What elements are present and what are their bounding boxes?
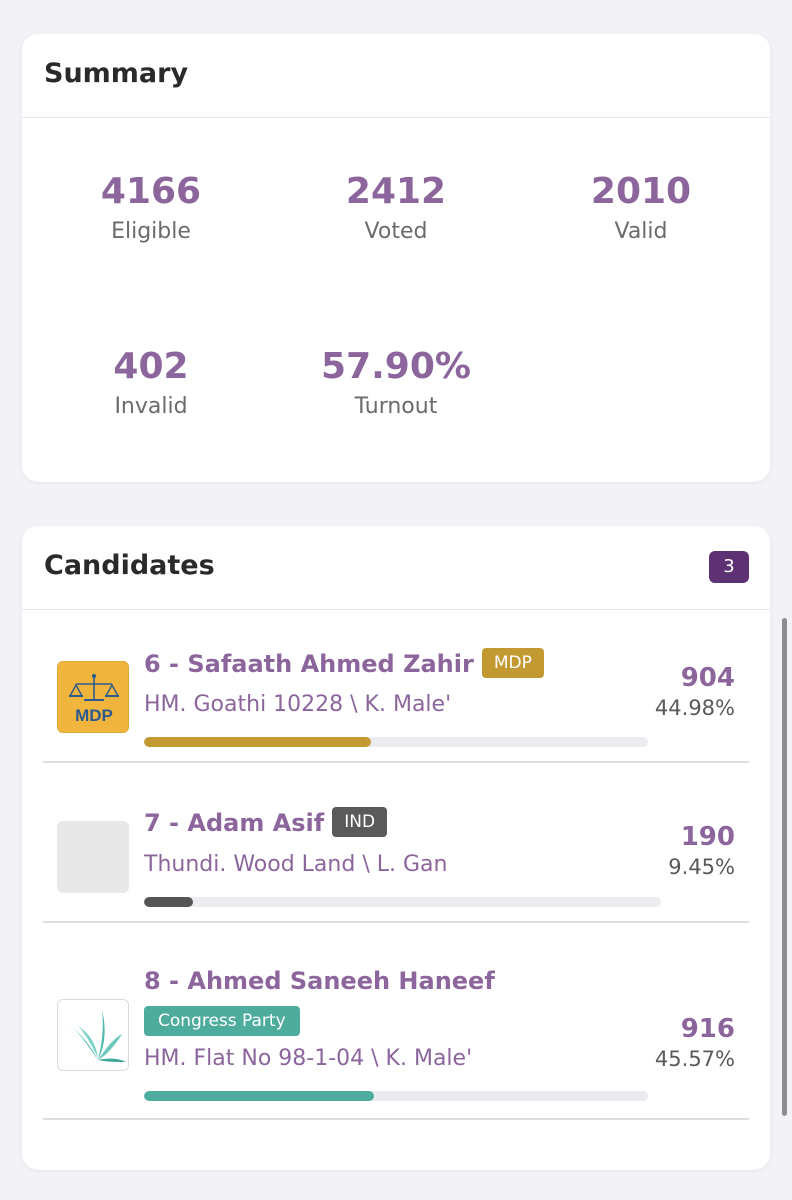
candidate-votes: 916 45.57% xyxy=(595,1013,735,1073)
candidate-row[interactable]: 8 - Ahmed Saneeh Haneef Congress Party H… xyxy=(43,923,749,1120)
candidate-name: 8 - Ahmed Saneeh Haneef xyxy=(144,967,495,995)
stat-invalid-value: 402 xyxy=(113,346,189,387)
candidate-votes: 904 44.98% xyxy=(595,662,735,722)
vote-share-bar xyxy=(144,737,648,747)
vote-share-fill xyxy=(144,897,193,907)
vote-share-bar xyxy=(144,1091,648,1101)
stat-valid-label: Valid xyxy=(614,219,668,244)
candidate-name-text: 8 - Ahmed Saneeh Haneef xyxy=(144,967,495,995)
candidate-address: HM. Goathi 10228 \ K. Male' xyxy=(144,692,452,717)
scrollbar[interactable] xyxy=(782,618,787,1116)
party-tag-congress: Congress Party xyxy=(144,1006,300,1036)
vote-percent: 9.45% xyxy=(668,855,735,879)
vote-share-fill xyxy=(144,737,371,747)
stat-eligible: 4166 Eligible xyxy=(31,170,271,246)
candidate-votes: 190 9.45% xyxy=(595,821,735,881)
candidates-card: Candidates 3 MDP 6 - Safaath Ahmed Zahir… xyxy=(22,526,770,1170)
candidate-row[interactable]: MDP 6 - Safaath Ahmed Zahir MDP HM. Goath… xyxy=(43,610,749,763)
stat-voted-value: 2412 xyxy=(345,171,447,212)
summary-card: Summary 4166 Eligible 2412 Voted 2010 Va… xyxy=(22,34,770,482)
congress-party-logo-icon xyxy=(57,999,129,1071)
vote-count: 904 xyxy=(680,663,735,693)
stat-turnout-value: 57.90% xyxy=(321,346,471,387)
stat-invalid-label: Invalid xyxy=(114,394,188,419)
candidate-address: Thundi. Wood Land \ L. Gan xyxy=(144,852,448,877)
stat-voted-label: Voted xyxy=(364,219,428,244)
summary-header: Summary xyxy=(22,34,770,118)
vote-count: 916 xyxy=(680,1014,735,1044)
candidate-name-text: 7 - Adam Asif xyxy=(144,809,325,837)
mdp-logo-icon: MDP xyxy=(57,661,129,733)
candidate-row[interactable]: 7 - Adam Asif IND Thundi. Wood Land \ L. … xyxy=(43,763,749,923)
stat-valid-value: 2010 xyxy=(590,171,692,212)
placeholder-logo-icon xyxy=(57,821,129,893)
party-tag-mdp: MDP xyxy=(481,648,544,678)
mdp-logo-text: MDP xyxy=(75,706,113,725)
candidate-name-text: 6 - Safaath Ahmed Zahir xyxy=(144,650,474,678)
stat-eligible-label: Eligible xyxy=(111,219,191,244)
candidates-count-badge: 3 xyxy=(709,551,749,583)
summary-title: Summary xyxy=(44,58,189,89)
candidate-name: 7 - Adam Asif IND xyxy=(144,807,388,839)
vote-share-fill xyxy=(144,1091,374,1101)
stat-turnout-label: Turnout xyxy=(354,394,438,419)
vote-percent: 45.57% xyxy=(654,1047,735,1071)
candidate-name: 6 - Safaath Ahmed Zahir MDP xyxy=(144,648,544,680)
stat-eligible-value: 4166 xyxy=(100,171,202,212)
stat-invalid: 402 Invalid xyxy=(31,345,271,421)
candidate-address: HM. Flat No 98-1-04 \ K. Male' xyxy=(144,1046,473,1071)
vote-count: 190 xyxy=(680,822,735,852)
vote-share-bar xyxy=(144,897,661,907)
party-tag-ind: IND xyxy=(332,807,388,837)
vote-percent: 44.98% xyxy=(654,696,735,720)
candidates-title: Candidates xyxy=(44,550,215,581)
stat-valid: 2010 Valid xyxy=(521,170,761,246)
stat-turnout: 57.90% Turnout xyxy=(276,345,516,421)
stat-voted: 2412 Voted xyxy=(276,170,516,246)
candidates-header: Candidates 3 xyxy=(22,526,770,610)
